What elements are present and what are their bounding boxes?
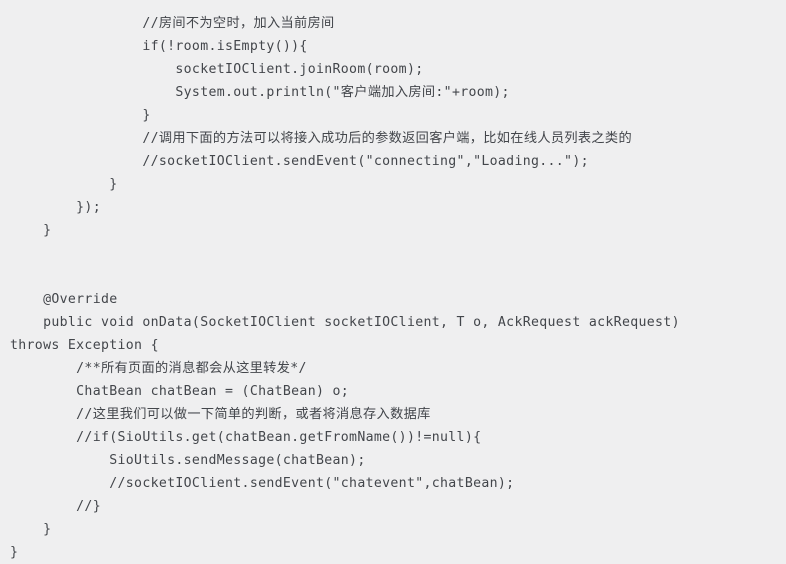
code-line[interactable]: //调用下面的方法可以将接入成功后的参数返回客户端，比如在线人员列表之类的 (10, 127, 786, 150)
code-line[interactable]: throws Exception { (10, 334, 786, 357)
code-line[interactable] (10, 242, 786, 265)
code-line[interactable] (10, 265, 786, 288)
code-line[interactable]: }); (10, 196, 786, 219)
code-line[interactable]: //房间不为空时，加入当前房间 (10, 12, 786, 35)
code-line[interactable]: SioUtils.sendMessage(chatBean); (10, 449, 786, 472)
code-line[interactable]: /**所有页面的消息都会从这里转发*/ (10, 357, 786, 380)
code-line[interactable]: //socketIOClient.sendEvent("connecting",… (10, 150, 786, 173)
code-line[interactable]: //} (10, 495, 786, 518)
code-line[interactable]: } (10, 104, 786, 127)
code-line[interactable]: ChatBean chatBean = (ChatBean) o; (10, 380, 786, 403)
code-line[interactable]: socketIOClient.joinRoom(room); (10, 58, 786, 81)
code-line[interactable]: @Override (10, 288, 786, 311)
code-line[interactable]: public void onData(SocketIOClient socket… (10, 311, 786, 334)
code-line[interactable]: //这里我们可以做一下简单的判断，或者将消息存入数据库 (10, 403, 786, 426)
code-line[interactable]: if(!room.isEmpty()){ (10, 35, 786, 58)
code-line[interactable]: //socketIOClient.sendEvent("chatevent",c… (10, 472, 786, 495)
code-line[interactable]: } (10, 173, 786, 196)
code-line[interactable]: } (10, 219, 786, 242)
code-line[interactable]: } (10, 541, 786, 564)
code-line[interactable]: System.out.println("客户端加入房间:"+room); (10, 81, 786, 104)
code-line[interactable]: //if(SioUtils.get(chatBean.getFromName()… (10, 426, 786, 449)
code-block[interactable]: //房间不为空时，加入当前房间 if(!room.isEmpty()){ soc… (0, 0, 786, 560)
code-line[interactable]: } (10, 518, 786, 541)
